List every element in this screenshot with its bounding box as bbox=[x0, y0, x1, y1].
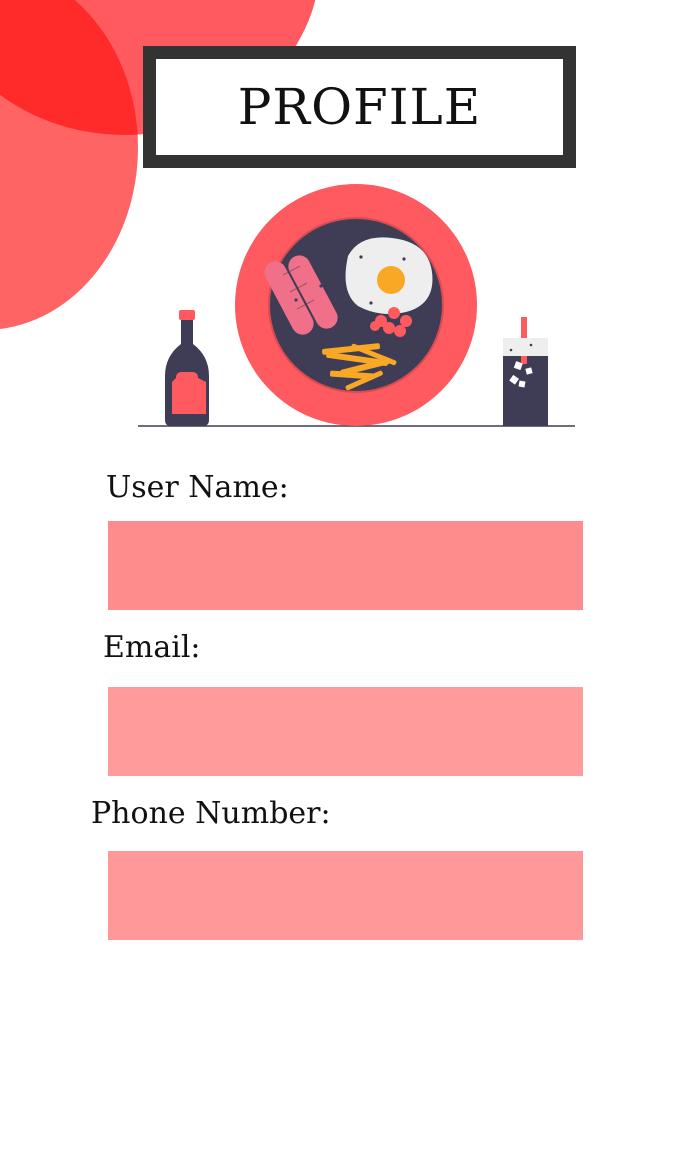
drink-glass-icon bbox=[503, 317, 548, 426]
ketchup-bottle-icon bbox=[165, 310, 209, 426]
email-input[interactable] bbox=[108, 687, 583, 776]
phone-number-label: Phone Number: bbox=[91, 796, 331, 831]
breakfast-plate-illustration bbox=[138, 184, 575, 427]
fried-egg-icon bbox=[345, 237, 433, 314]
user-name-input[interactable] bbox=[108, 521, 583, 610]
plate-icon bbox=[235, 184, 477, 426]
profile-page: PROFILE User Name: Email: Phone Number: bbox=[0, 0, 697, 1170]
phone-number-input[interactable] bbox=[108, 851, 583, 940]
user-name-label: User Name: bbox=[106, 470, 289, 505]
email-label: Email: bbox=[103, 630, 201, 665]
